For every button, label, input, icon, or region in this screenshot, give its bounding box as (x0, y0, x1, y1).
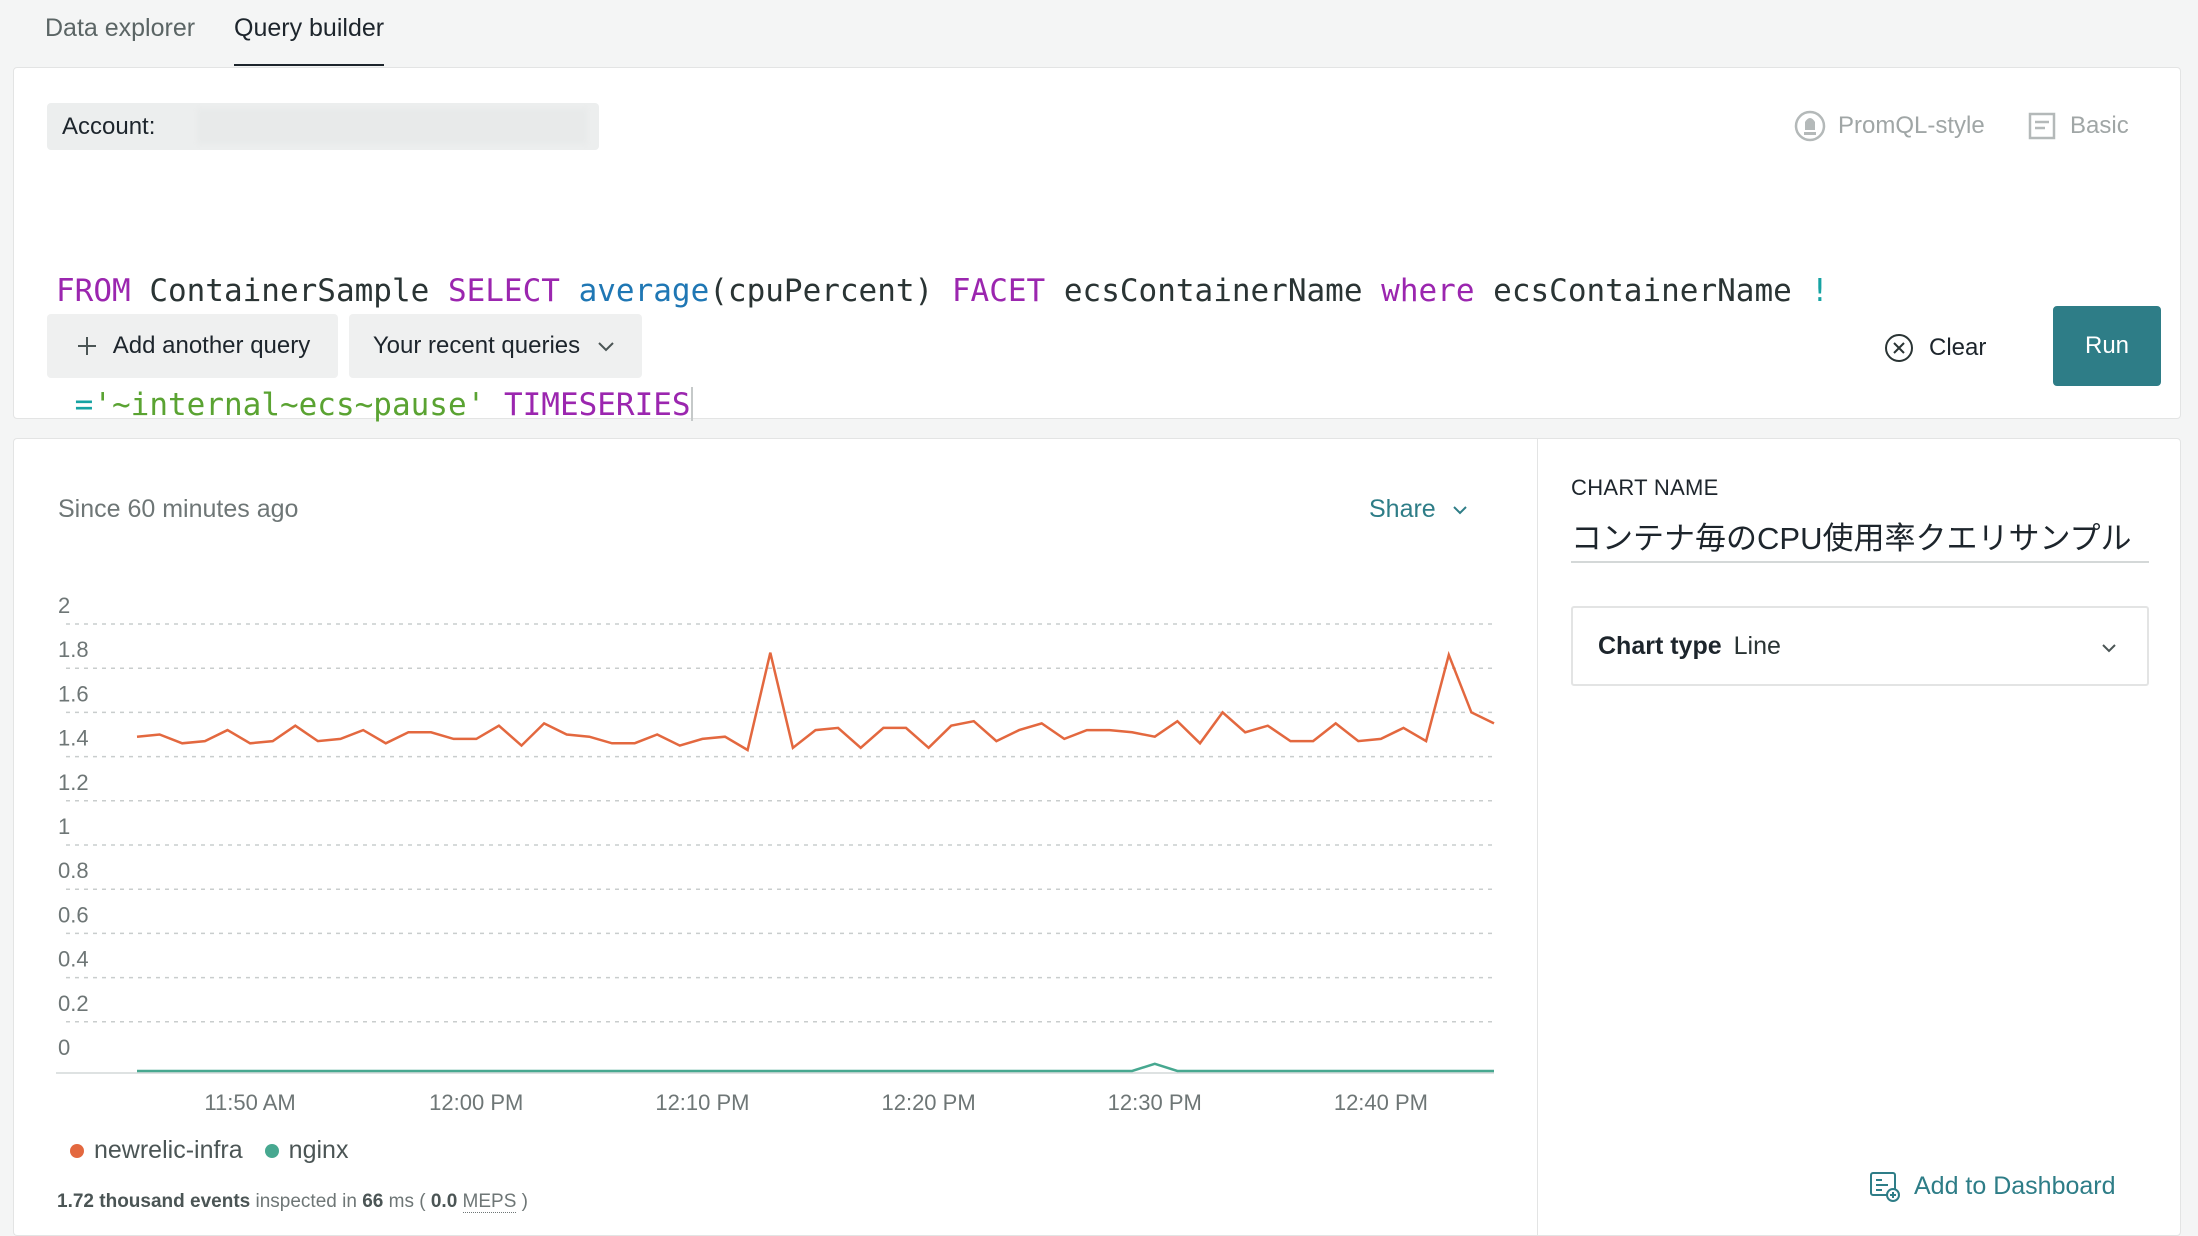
legend-item-nginx[interactable]: nginx (264, 1136, 349, 1165)
legend-dot (70, 1143, 84, 1158)
nrql-token: (cpuPercent) (709, 273, 952, 309)
y-tick-label: 1.2 (58, 770, 89, 795)
recent-queries-dropdown[interactable]: Your recent queries (349, 314, 642, 378)
account-value-redacted (197, 109, 587, 144)
promql-mode-toggle[interactable]: PromQL-style (1794, 110, 1985, 142)
legend-item-newrelic-infra[interactable]: newrelic-infra (70, 1136, 243, 1165)
text-cursor (690, 387, 693, 421)
add-to-dashboard-button[interactable]: Add to Dashboard (1868, 1170, 2116, 1202)
nrql-token: FACET (951, 273, 1046, 309)
basic-icon (2028, 112, 2056, 140)
x-tick-label: 12:00 PM (429, 1090, 523, 1115)
x-tick-label: 12:30 PM (1108, 1090, 1202, 1115)
x-tick-label: 12:20 PM (881, 1090, 975, 1115)
chevron-down-icon (598, 342, 614, 352)
chart-name-label: CHART NAME (1571, 475, 1719, 500)
y-tick-label: 1.8 (58, 637, 89, 662)
y-tick-label: 0.4 (58, 947, 89, 972)
y-tick-label: 1.6 (58, 681, 89, 706)
nrql-token: average (578, 273, 710, 309)
clear-circle-x-icon (1885, 334, 1913, 362)
plus-icon (77, 337, 96, 355)
y-tick-label: 0 (58, 1035, 70, 1060)
tab-query-builder[interactable]: Query builder (234, 14, 385, 66)
add-to-dashboard-label: Add to Dashboard (1914, 1171, 2116, 1200)
nrql-line-2: ='~internal~ecs~pause' TIMESERIES (56, 386, 1829, 424)
time-range-label: Since 60 minutes ago (58, 495, 299, 523)
add-another-query-button[interactable]: Add another query (47, 314, 338, 378)
nrql-token: ContainerSample (130, 273, 448, 309)
nrql-token: where (1381, 273, 1475, 309)
nrql-token: '~internal~ecs~pause' (93, 387, 486, 423)
clear-label: Clear (1929, 334, 1987, 361)
legend-label: newrelic-infra (94, 1136, 243, 1164)
chart-type-label: Chart type (1598, 631, 1722, 660)
series-line-newrelic-infra[interactable] (136, 650, 1495, 752)
x-tick-label: 11:50 AM (204, 1090, 295, 1115)
account-label: Account: (62, 113, 156, 140)
run-button[interactable]: Run (2053, 306, 2161, 386)
meps-label: MEPS (462, 1191, 517, 1213)
query-stats: 1.72 thousand events inspected in 66 ms … (57, 1191, 528, 1213)
nrql-token: TIMESERIES (503, 387, 691, 423)
account-selector[interactable]: Account: (47, 103, 599, 150)
stats-text: ms ( (383, 1191, 431, 1212)
y-tick-label: 1 (58, 814, 70, 839)
stats-text: inspected in (250, 1191, 363, 1212)
chart-name-input[interactable]: コンテナ毎のCPU使用率クエリサンプル (1571, 513, 2149, 563)
nrql-token: SELECT (447, 273, 560, 309)
share-dropdown[interactable]: Share (1369, 495, 1470, 524)
recent-queries-label: Your recent queries (372, 332, 581, 359)
nrql-token (560, 273, 579, 309)
series-line-nginx[interactable] (137, 1062, 1494, 1073)
x-tick-label: 12:10 PM (655, 1090, 749, 1115)
legend-label: nginx (288, 1136, 349, 1164)
chart-settings-panel: CHART NAME コンテナ毎のCPU使用率クエリサンプル Chart typ… (1537, 438, 2181, 1236)
line-chart: 2 1.8 1.6 1.4 1.2 1 0.8 0.6 0.4 0.2 0 11:50 AM 12:00… (56, 593, 1495, 1115)
y-tick-label: 1.4 (58, 726, 89, 751)
y-tick-label: 2 (58, 593, 70, 618)
query-panel: Account: PromQL-style Basic FROM Contain… (13, 67, 2181, 423)
tab-data-explorer[interactable]: Data explorer (45, 14, 195, 66)
duration-ms: 66 (362, 1191, 384, 1212)
y-tick-label: 0.2 (58, 991, 89, 1016)
nrql-token: ecsContainerName (1045, 273, 1382, 309)
tab-bar: Data explorer Query builder (0, 0, 2198, 66)
clear-button[interactable]: Clear (1883, 328, 1986, 368)
chart-panel: Since 60 minutes ago Share 2 1.8 1.6 1.4 1.2… (13, 438, 1537, 1236)
meps-value: 0.0 (430, 1191, 458, 1212)
add-dashboard-icon (1870, 1172, 1900, 1202)
basic-mode-toggle[interactable]: Basic (2026, 110, 2129, 142)
chart-type-select[interactable]: Chart type Line (1571, 606, 2149, 686)
events-count: 1.72 thousand events (57, 1191, 251, 1212)
nrql-token (56, 387, 75, 423)
nrql-token: ecsContainerName (1474, 273, 1811, 309)
nrql-token (485, 387, 504, 423)
nrql-token: = (74, 387, 94, 423)
stats-text: ) (516, 1191, 529, 1212)
share-label: Share (1369, 495, 1436, 523)
promql-mode-label: PromQL-style (1838, 112, 1985, 139)
x-tick-label: 12:40 PM (1334, 1090, 1428, 1115)
add-another-query-label: Add another query (112, 332, 311, 359)
nrql-line-1: FROM ContainerSample SELECT average(cpuP… (56, 272, 1829, 310)
basic-mode-label: Basic (2070, 112, 2129, 139)
y-tick-label: 0.6 (58, 902, 89, 927)
legend-dot (264, 1143, 279, 1158)
chart-type-value: Line (1733, 631, 1781, 660)
promql-icon (1794, 110, 1826, 142)
nrql-token: FROM (56, 273, 131, 309)
chevron-down-icon (1453, 505, 1467, 514)
chevron-down-icon (2102, 644, 2116, 653)
y-tick-label: 0.8 (58, 858, 89, 883)
chart-legend: newrelic-infra nginx (70, 1136, 348, 1165)
nrql-token: ! (1810, 273, 1830, 309)
